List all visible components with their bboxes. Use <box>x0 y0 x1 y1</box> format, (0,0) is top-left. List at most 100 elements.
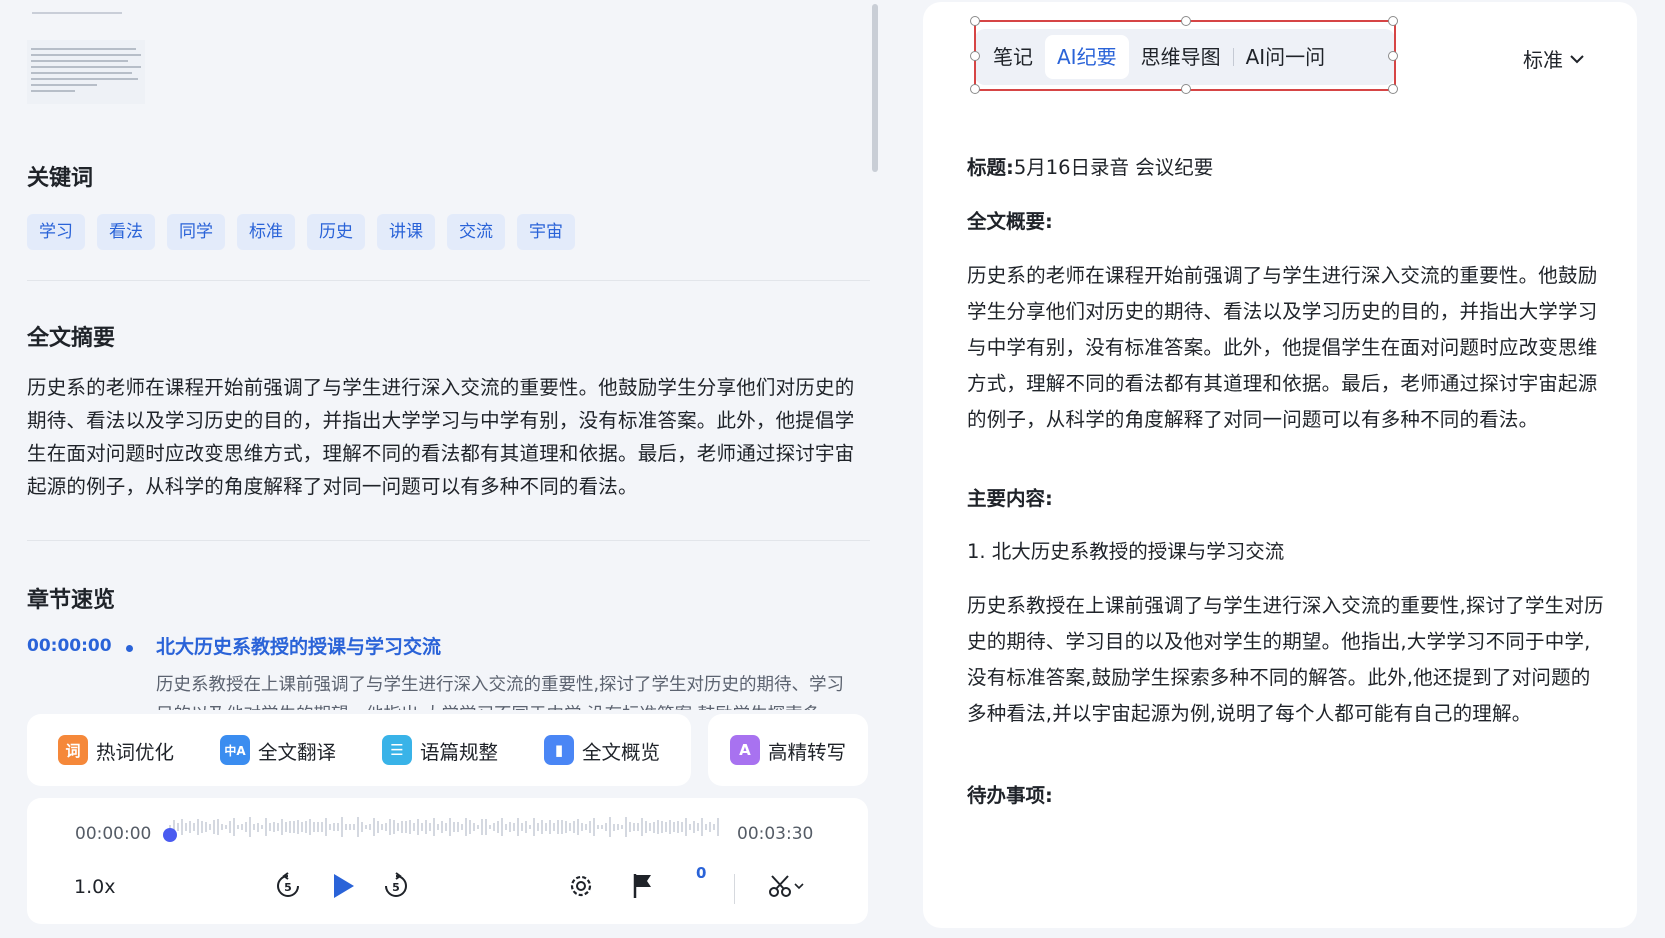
waveform-bar <box>397 823 399 831</box>
flag-button[interactable] <box>631 872 655 900</box>
keyword-tag[interactable]: 讲课 <box>377 214 435 250</box>
progress-knob[interactable] <box>163 828 177 842</box>
resize-handle[interactable] <box>1388 51 1398 61</box>
hotword-optimize-button[interactable]: 词 热词优化 <box>57 735 174 765</box>
waveform-bar <box>657 819 659 835</box>
waveform-bar <box>465 818 467 836</box>
waveform-bar <box>645 821 647 833</box>
waveform-bar <box>605 822 607 832</box>
waveform-bar <box>473 823 475 831</box>
waveform-bar <box>289 821 291 833</box>
keyword-tag[interactable]: 同学 <box>167 214 225 250</box>
document-thumbnail[interactable] <box>27 40 145 104</box>
waveform-bar <box>625 817 627 837</box>
waveform-bar <box>701 817 703 837</box>
waveform-bar <box>629 822 631 832</box>
keyword-tag[interactable]: 交流 <box>447 214 505 250</box>
keyword-tag[interactable]: 历史 <box>307 214 365 250</box>
play-button[interactable] <box>329 872 357 900</box>
waveform-bar <box>493 823 495 831</box>
keyword-tag[interactable]: 看法 <box>97 214 155 250</box>
waveform-bar <box>213 819 215 835</box>
section-divider <box>27 280 870 281</box>
keyword-list: 学习 看法 同学 标准 历史 讲课 交流 宇宙 <box>27 214 575 250</box>
waveform-bar <box>665 822 667 832</box>
mode-dropdown[interactable]: 标准 <box>1523 44 1585 73</box>
waveform-bar <box>353 824 355 830</box>
waveform-bar <box>577 818 579 836</box>
tool-label: 全文概览 <box>581 740 660 764</box>
rewind-5-button[interactable]: 5 <box>274 872 302 900</box>
waveform-bar <box>613 823 615 831</box>
resize-handle[interactable] <box>1181 84 1191 94</box>
left-scrollbar[interactable] <box>872 4 878 172</box>
settings-button[interactable] <box>567 872 595 900</box>
waveform-bar <box>345 823 347 831</box>
total-time: 00:03:30 <box>737 824 814 844</box>
keyword-tag[interactable]: 标准 <box>237 214 295 250</box>
waveform-bar <box>249 817 251 837</box>
translate-button[interactable]: 中A 全文翻译 <box>219 735 336 765</box>
clip-menu-button[interactable] <box>767 872 807 900</box>
resize-handle[interactable] <box>970 84 980 94</box>
waveform-bar <box>489 824 491 830</box>
chapter-timestamp[interactable]: 00:00:00 <box>27 636 112 656</box>
waveform-bar <box>713 823 715 831</box>
waveform-bar <box>537 822 539 832</box>
waveform-bar <box>709 822 711 832</box>
waveform-bar <box>545 822 547 832</box>
flag-count: 0 <box>696 864 707 882</box>
waveform-bar <box>589 821 591 833</box>
keyword-tag[interactable]: 学习 <box>27 214 85 250</box>
waveform-bar <box>405 821 407 833</box>
waveform-bar <box>661 820 663 834</box>
summary-title: 全文摘要 <box>27 326 116 351</box>
waveform-bar <box>369 824 371 830</box>
waveform-bar <box>461 824 463 830</box>
waveform-bar <box>521 823 523 831</box>
title-label: 标题: <box>967 156 1014 179</box>
waveform-bar <box>561 820 563 834</box>
waveform-bar <box>261 824 263 830</box>
overview-button[interactable]: ▮ 全文概览 <box>543 735 660 765</box>
waveform-bar <box>309 819 311 835</box>
play-icon <box>334 874 354 898</box>
svg-text:5: 5 <box>284 881 292 894</box>
chapter-title[interactable]: 北大历史系教授的授课与学习交流 <box>156 632 441 659</box>
tidy-text-button[interactable]: ☰ 语篇规整 <box>381 735 498 765</box>
waveform-bar <box>297 820 299 834</box>
main-heading: 主要内容: <box>967 481 1607 517</box>
chevron-down-icon <box>1570 54 1584 63</box>
flag-icon <box>633 874 651 898</box>
waveform-bar <box>349 824 351 830</box>
waveform-bar <box>553 822 555 832</box>
resize-handle[interactable] <box>970 16 980 26</box>
waveform-bar <box>361 822 363 832</box>
waveform-bar <box>689 823 691 831</box>
waveform-bar <box>485 818 487 836</box>
resize-handle[interactable] <box>1181 16 1191 26</box>
overview-label: 全文概要: <box>967 210 1053 233</box>
top-divider <box>32 12 122 14</box>
forward-5-icon: 5 <box>385 872 407 897</box>
keyword-tag[interactable]: 宇宙 <box>517 214 575 250</box>
waveform-bar <box>209 824 211 830</box>
resize-handle[interactable] <box>1388 84 1398 94</box>
playback-speed[interactable]: 1.0x <box>74 876 115 898</box>
waveform-bar <box>617 824 619 830</box>
waveform-bar <box>681 822 683 832</box>
hq-transcribe-card: A 高精转写 <box>708 714 868 786</box>
resize-handle[interactable] <box>1388 16 1398 26</box>
audio-waveform[interactable] <box>169 812 721 842</box>
waveform-bar <box>393 820 395 834</box>
selection-box <box>970 16 1398 94</box>
hq-transcribe-icon: A <box>729 735 760 765</box>
waveform-bar <box>177 823 179 831</box>
waveform-bar <box>281 818 283 836</box>
hq-transcribe-button[interactable]: A 高精转写 <box>729 735 846 765</box>
waveform-bar <box>433 818 435 836</box>
resize-handle[interactable] <box>970 51 980 61</box>
minutes-title: 5月16日录音 会议纪要 <box>1013 156 1214 179</box>
waveform-bar <box>437 824 439 830</box>
forward-5-button[interactable]: 5 <box>382 872 410 900</box>
